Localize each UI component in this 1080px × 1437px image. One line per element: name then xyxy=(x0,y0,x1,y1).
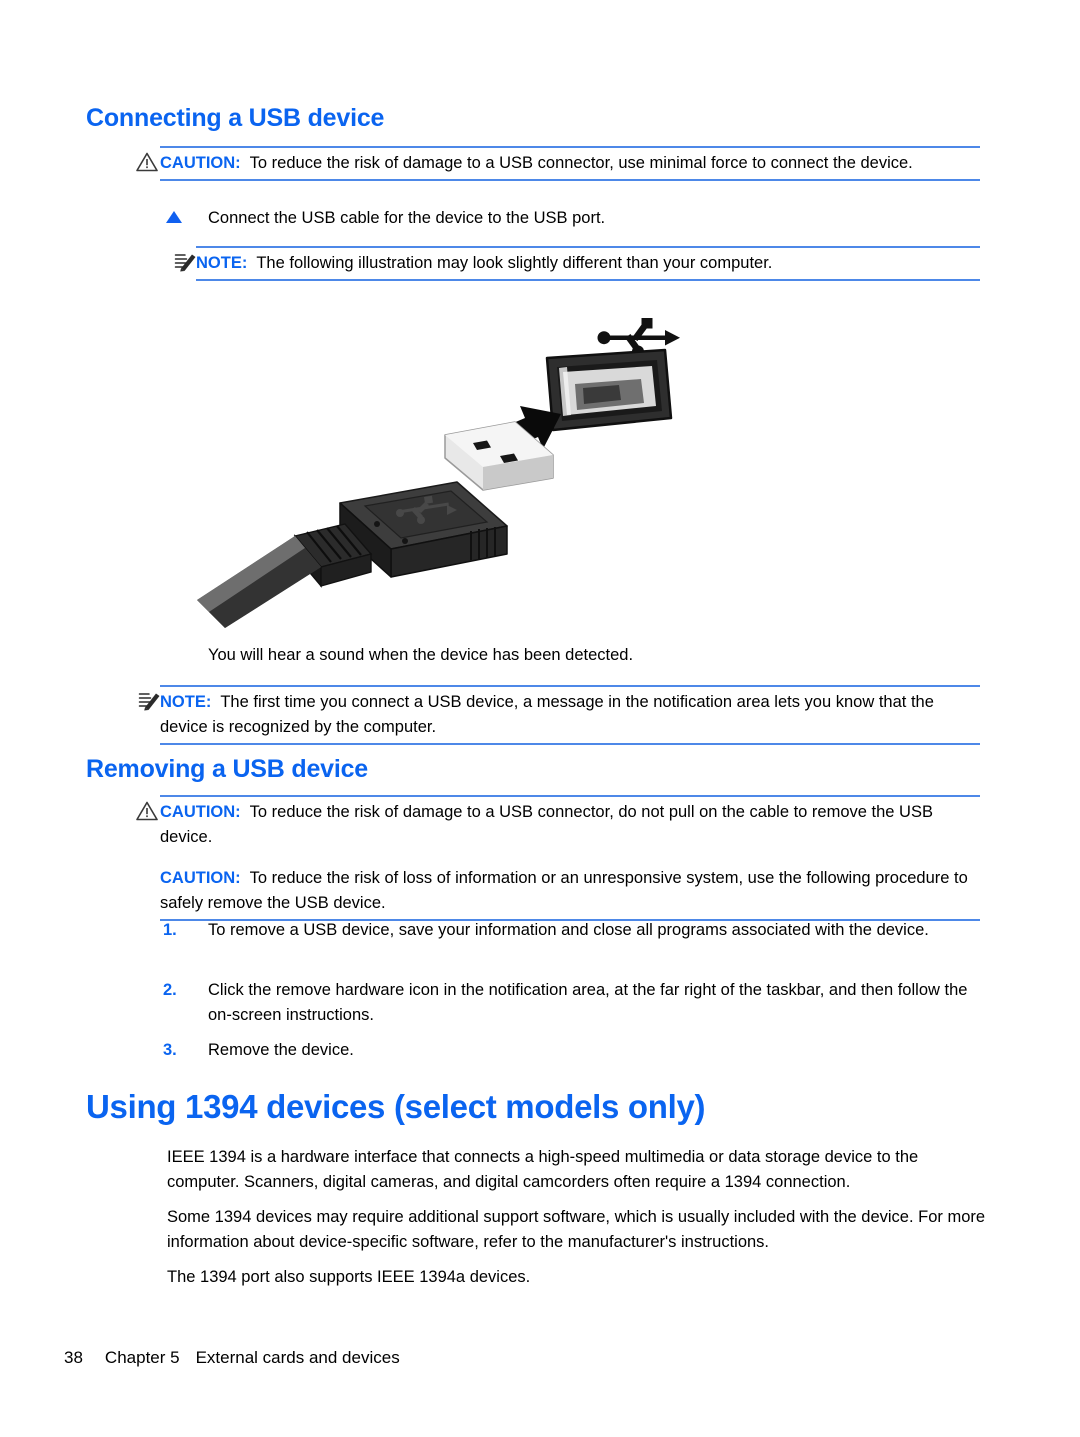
note-box-first-connect: NOTE: The first time you connect a USB de… xyxy=(160,685,980,745)
admonition-rule-top xyxy=(160,685,980,687)
footer-chapter: Chapter 5 xyxy=(104,1348,180,1367)
caution-text: To reduce the risk of damage to a USB co… xyxy=(160,803,933,846)
caution-box-removing: CAUTION: To reduce the risk of damage to … xyxy=(160,795,980,921)
usb-cable xyxy=(197,536,321,628)
list-item-number: 1. xyxy=(163,921,177,939)
footer-page-number: 38 xyxy=(64,1348,83,1367)
admonition-rule-top xyxy=(160,795,980,797)
document-page: Connecting a USB device CAUTION: To reduc… xyxy=(0,0,1080,1437)
blue-triangle-bullet-icon xyxy=(166,211,182,223)
footer-chapter-title: External cards and devices xyxy=(195,1348,400,1367)
caution-spacer xyxy=(160,850,980,866)
sound-detected-text: You will hear a sound when the device ha… xyxy=(208,646,634,664)
caution-label: CAUTION: xyxy=(160,154,241,172)
list-item-text: Click the remove hardware icon in the no… xyxy=(208,981,968,1024)
caution-label: CAUTION: xyxy=(160,803,241,821)
note-text: The following illustration may look slig… xyxy=(256,254,773,272)
admonition-rule-bottom xyxy=(160,179,980,181)
paragraph-1394-intro: IEEE 1394 is a hardware interface that c… xyxy=(167,1148,919,1191)
paragraph-1394-software: Some 1394 devices may require additional… xyxy=(167,1208,986,1251)
list-item-number: 3. xyxy=(163,1041,177,1059)
heading-using-1394-devices: Using 1394 devices (select models only) xyxy=(86,1088,706,1125)
list-item-text: Remove the device. xyxy=(208,1041,354,1059)
admonition-rule-top xyxy=(196,246,980,248)
caution-body-2: CAUTION: To reduce the risk of loss of in… xyxy=(160,866,980,916)
caution-text: To reduce the risk of loss of informatio… xyxy=(160,869,968,912)
caution-body: CAUTION: To reduce the risk of damage to … xyxy=(160,151,980,176)
caution-box-connecting: CAUTION: To reduce the risk of damage to … xyxy=(160,146,980,181)
note-label: NOTE: xyxy=(160,693,212,711)
usb-port-receptacle xyxy=(545,348,673,432)
heading-removing-usb-device: Removing a USB device xyxy=(86,755,369,783)
usb-cable-into-port-illustration xyxy=(197,318,680,628)
list-item-text: To remove a USB device, save your inform… xyxy=(208,921,929,939)
caution-triangle-icon xyxy=(136,801,158,821)
caution-label: CAUTION: xyxy=(160,869,241,887)
connect-cable-step-text: Connect the USB cable for the device to … xyxy=(208,209,606,227)
caution-triangle-icon xyxy=(136,152,158,172)
page-footer: 38 Chapter 5 External cards and devices xyxy=(64,1348,400,1368)
note-label: NOTE: xyxy=(196,254,248,272)
heading-connecting-usb-device: Connecting a USB device xyxy=(86,104,385,132)
list-item-number: 2. xyxy=(163,981,177,999)
note-pencil-icon xyxy=(174,254,196,272)
caution-body-1: CAUTION: To reduce the risk of damage to … xyxy=(160,800,980,850)
note-body: NOTE: The first time you connect a USB de… xyxy=(160,690,980,740)
note-text: The first time you connect a USB device,… xyxy=(160,693,934,736)
note-box-illustration: NOTE: The following illustration may look… xyxy=(196,246,980,281)
note-body: NOTE: The following illustration may look… xyxy=(196,251,980,276)
admonition-rule-bottom xyxy=(160,743,980,745)
note-pencil-icon xyxy=(138,693,160,711)
admonition-rule-bottom xyxy=(196,279,980,281)
caution-text: To reduce the risk of damage to a USB co… xyxy=(249,154,913,172)
admonition-rule-top xyxy=(160,146,980,148)
paragraph-1394-port-support: The 1394 port also supports IEEE 1394a d… xyxy=(167,1268,531,1286)
